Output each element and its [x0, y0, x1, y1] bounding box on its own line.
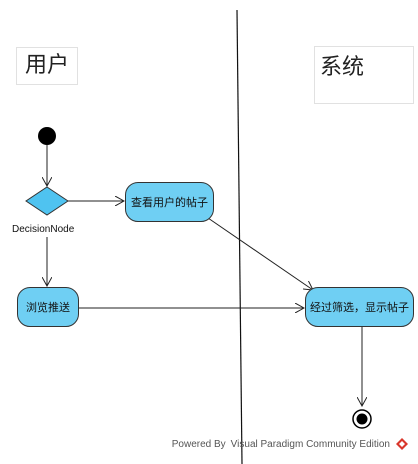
action-filter-and-show-posts: 经过筛选，显示帖子 — [305, 287, 414, 327]
initial-node — [38, 127, 56, 145]
final-node-core — [356, 413, 368, 425]
action-view-user-posts: 查看用户的帖子 — [125, 182, 214, 222]
action-view-user-posts-label: 查看用户的帖子 — [131, 195, 208, 209]
action-browse-feed: 浏览推送 — [17, 287, 79, 327]
action-browse-feed-label: 浏览推送 — [26, 300, 70, 314]
swimlane-label-user: 用户 — [16, 47, 78, 85]
decision-node — [25, 186, 69, 216]
edge-view-posts-to-filter — [207, 217, 313, 290]
visual-paradigm-logo-icon — [396, 438, 408, 450]
decision-node-label: DecisionNode — [12, 224, 75, 235]
swimlane-divider — [236, 9, 243, 464]
footer-text: Powered By Visual Paradigm Community Edi… — [171, 438, 390, 450]
swimlane-label-system: 系统 — [314, 46, 414, 104]
action-filter-and-show-posts-label: 经过筛选，显示帖子 — [310, 300, 409, 314]
footer-credit: Powered By Visual Paradigm Community Edi… — [172, 438, 408, 450]
